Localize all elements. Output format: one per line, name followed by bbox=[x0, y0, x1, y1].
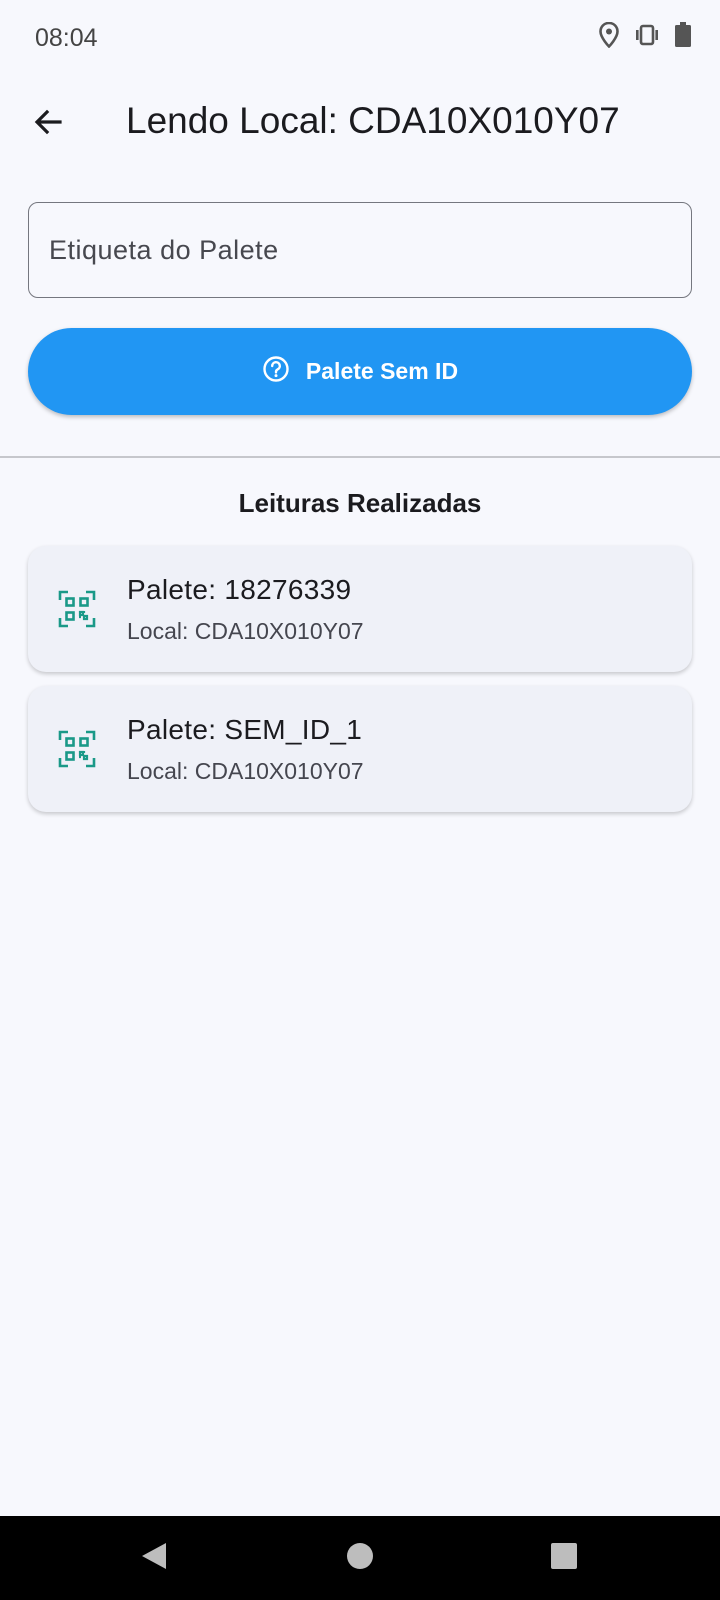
qr-code-scanner-icon bbox=[58, 730, 96, 768]
qr-code-scanner-icon bbox=[58, 590, 96, 628]
pallet-location: Local: CDA10X010Y07 bbox=[127, 758, 364, 784]
nav-recents-button[interactable] bbox=[548, 1542, 580, 1574]
pallet-location: Local: CDA10X010Y07 bbox=[127, 618, 364, 644]
readings-title: Leituras Realizadas bbox=[238, 488, 482, 518]
vibrate-icon bbox=[634, 24, 660, 46]
help-circle-icon bbox=[262, 355, 290, 388]
nav-home-button[interactable] bbox=[344, 1542, 376, 1574]
status-bar: 08:04 bbox=[0, 0, 720, 78]
list-item[interactable]: Palete: SEM_ID_1 Local: CDA10X010Y07 bbox=[28, 686, 692, 812]
system-nav-bar bbox=[0, 1516, 720, 1600]
back-button[interactable] bbox=[24, 100, 72, 148]
pallet-label-field[interactable] bbox=[28, 202, 692, 298]
pallet-without-id-button[interactable]: Palete Sem ID bbox=[28, 328, 692, 415]
location-icon bbox=[598, 22, 620, 48]
pallet-id: Palete: SEM_ID_1 bbox=[127, 714, 363, 745]
status-time: 08:04 bbox=[35, 24, 98, 52]
app-bar: Lendo Local: CDA10X010Y07 bbox=[0, 80, 720, 168]
nav-recents-icon bbox=[550, 1542, 578, 1575]
status-icons bbox=[598, 22, 692, 48]
pallet-label-input[interactable] bbox=[29, 203, 691, 297]
battery-icon bbox=[674, 22, 692, 48]
readings-list: Palete: 18276339 Local: CDA10X010Y07 Pal… bbox=[28, 546, 692, 826]
page-title: Lendo Local: CDA10X010Y07 bbox=[126, 100, 620, 141]
pallet-without-id-label: Palete Sem ID bbox=[305, 358, 459, 384]
divider bbox=[0, 456, 720, 458]
nav-back-icon bbox=[140, 1541, 168, 1576]
nav-home-icon bbox=[346, 1542, 374, 1575]
pallet-id: Palete: 18276339 bbox=[127, 574, 352, 605]
arrow-back-icon bbox=[32, 106, 64, 143]
list-item[interactable]: Palete: 18276339 Local: CDA10X010Y07 bbox=[28, 546, 692, 672]
nav-back-button[interactable] bbox=[138, 1542, 170, 1574]
